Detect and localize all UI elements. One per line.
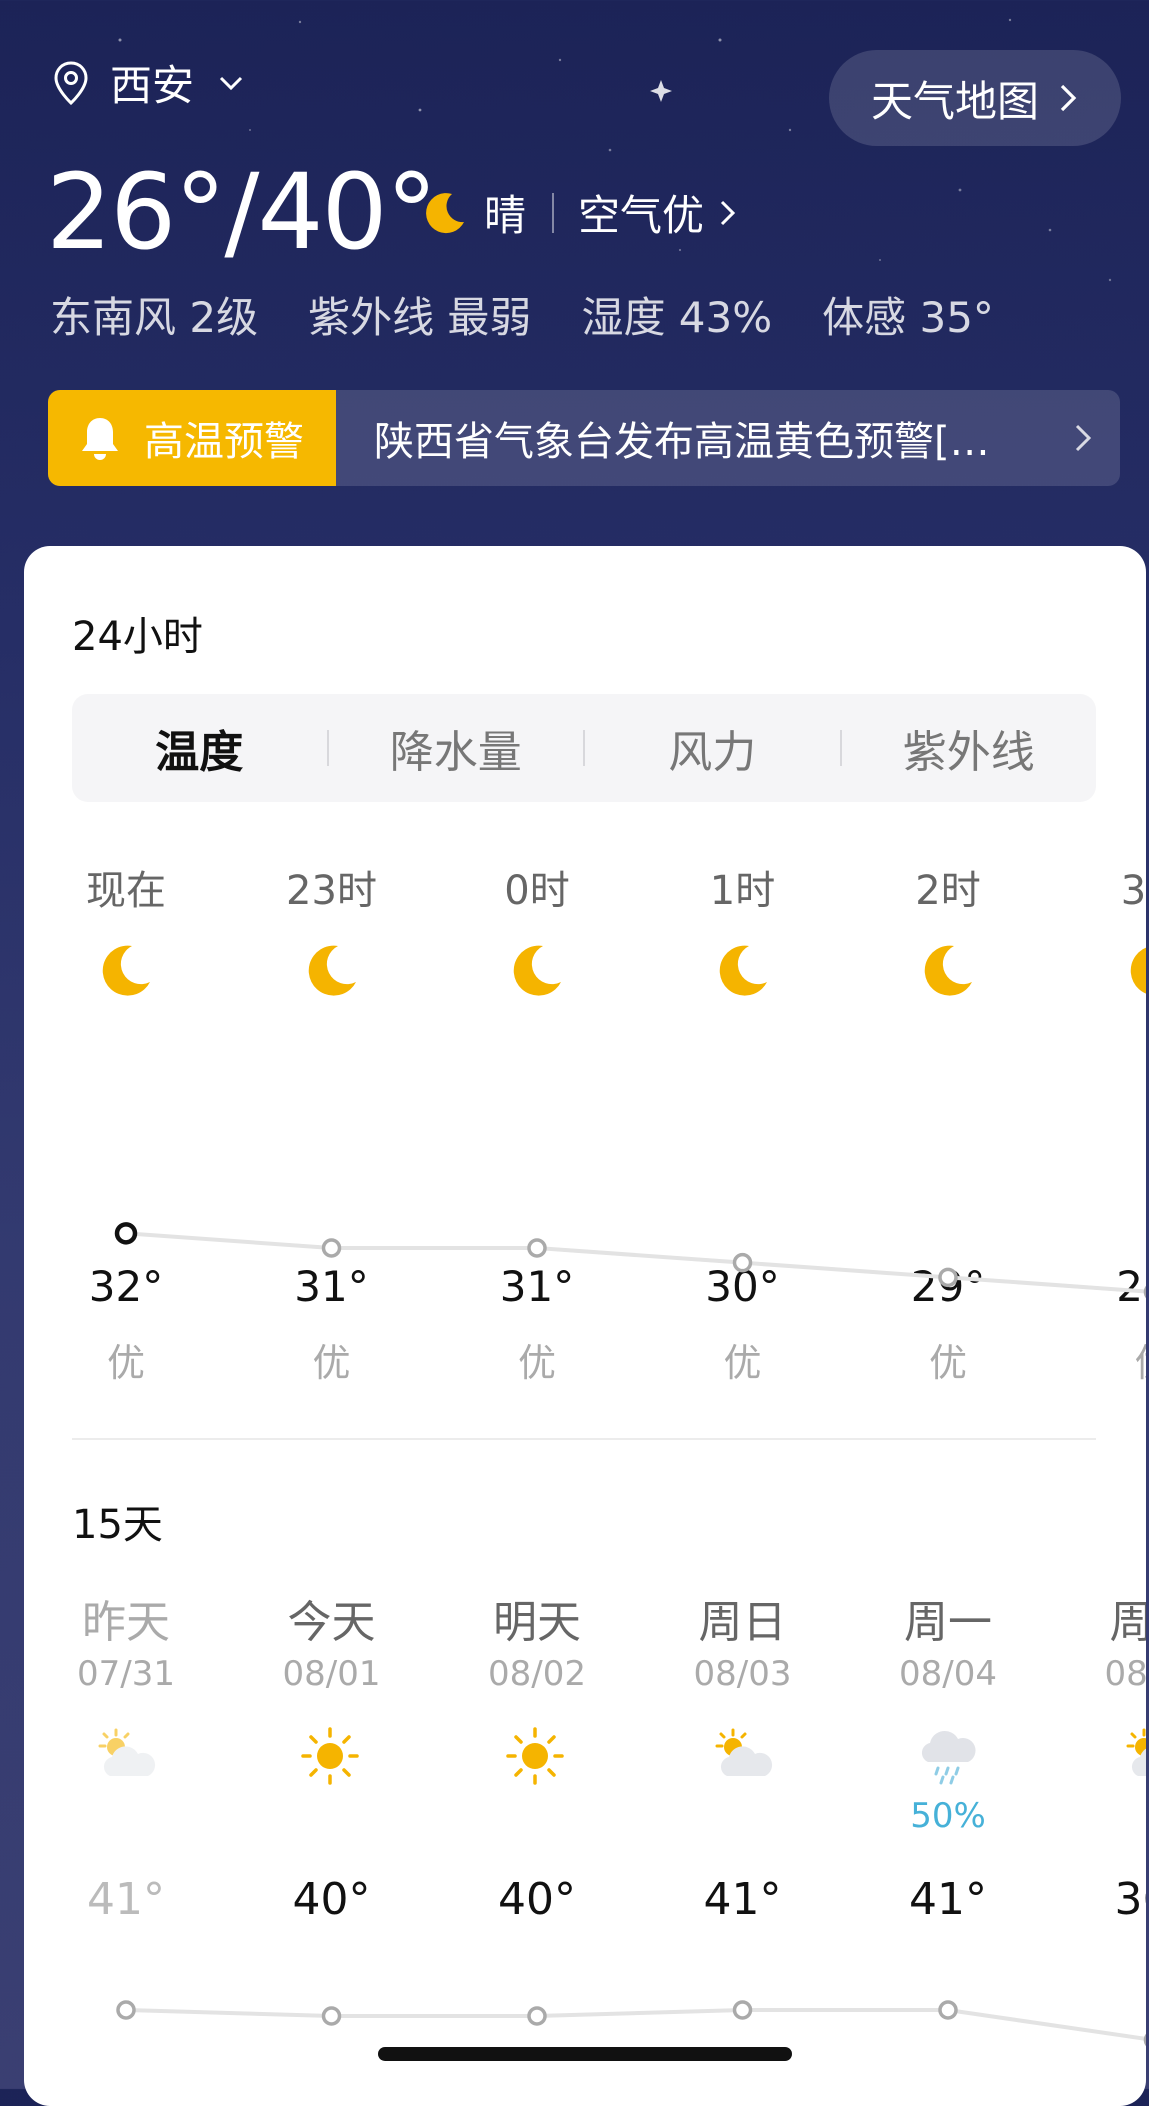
daily-item[interactable]: 明天 08/02 40° — [437, 546, 637, 2106]
daily-item[interactable]: 周二 08/05 36° — [1054, 546, 1147, 2106]
daily-date: 08/01 — [282, 1654, 381, 1694]
condition-divider — [552, 192, 555, 233]
moon-icon — [426, 192, 464, 233]
daily-day-name: 周日 — [698, 1597, 787, 1648]
city-name: 西安 — [110, 61, 195, 110]
daily-date: 08/03 — [693, 1654, 792, 1694]
daily-date: 08/04 — [899, 1654, 997, 1694]
daily-item[interactable]: 昨天 07/31 41° — [26, 546, 226, 2106]
partly-cloudy-icon — [1122, 1726, 1146, 1790]
sun-icon — [505, 1726, 565, 1790]
warning-message: 陕西省气象台发布高温黄色预警[… — [374, 419, 990, 465]
temperature-range: 26°/40° — [46, 151, 438, 273]
daily-high-temp: 41° — [87, 1874, 165, 1925]
warning-tag: 高温预警 — [48, 390, 336, 486]
condition-text: 晴 — [484, 191, 527, 240]
daily-forecast[interactable]: 昨天 07/31 41° 今天 08/01 40° 明天 08/02 40° 周日 08/03 41°… — [24, 546, 1146, 2047]
home-indicator — [378, 2047, 792, 2061]
partly-cloudy-icon — [711, 1726, 775, 1790]
weather-details: 东南风 2级 紫外线 最弱 湿度 43% 体感 35° — [50, 284, 1044, 345]
feels-like-info: 体感 35° — [822, 293, 994, 342]
weather-map-label: 天气地图 — [870, 76, 1039, 126]
daily-item[interactable]: 周一 08/04 50% 41° — [848, 546, 1048, 2106]
daily-date: 08/02 — [488, 1654, 586, 1694]
daily-day-name: 昨天 — [82, 1597, 170, 1648]
daily-high-temp: 40° — [292, 1874, 371, 1925]
daily-day-name: 周一 — [904, 1597, 992, 1648]
chevron-down-icon — [219, 76, 243, 90]
partly-cloudy-icon — [94, 1726, 158, 1790]
rain-cloud-icon — [916, 1726, 980, 1790]
bell-icon — [82, 418, 118, 460]
weather-map-button[interactable]: 天气地图 — [829, 50, 1121, 146]
daily-high-temp: 41° — [909, 1874, 987, 1925]
daily-high-temp: 36° — [1114, 1874, 1147, 1925]
chevron-right-icon — [1060, 84, 1077, 112]
location-pin-icon — [54, 60, 88, 105]
chevron-right-icon — [720, 200, 736, 225]
humidity-info: 湿度 43% — [581, 293, 773, 342]
forecast-card: 24小时 温度 降水量 风力 紫外线 现在 32° 优 23时 31° 优 0时 31° 优 1时… — [24, 546, 1146, 2106]
chevron-right-icon — [1075, 424, 1092, 452]
daily-precip-chance: 50% — [910, 1796, 986, 1836]
wind-info: 东南风 2级 — [50, 293, 259, 342]
weather-warning-banner[interactable]: 高温预警 陕西省气象台发布高温黄色预警[… — [48, 390, 1120, 486]
daily-high-temp: 41° — [703, 1874, 782, 1925]
daily-day-name: 明天 — [493, 1597, 581, 1648]
daily-item[interactable]: 今天 08/01 40° — [232, 546, 432, 2106]
daily-date: 07/31 — [77, 1654, 175, 1694]
daily-high-temp: 40° — [498, 1874, 576, 1925]
warning-tag-label: 高温预警 — [144, 419, 304, 465]
uv-info: 紫外线 最弱 — [308, 293, 532, 342]
daily-day-name: 周二 — [1109, 1597, 1147, 1648]
daily-item[interactable]: 周日 08/03 41° — [643, 546, 843, 2106]
daily-day-name: 今天 — [287, 1597, 376, 1648]
current-condition: 晴 空气优 — [422, 182, 738, 243]
daily-date: 08/05 — [1104, 1654, 1147, 1694]
sun-icon — [300, 1726, 360, 1790]
air-quality-link[interactable]: 空气优 — [578, 182, 704, 243]
location-selector[interactable]: 西安 — [52, 52, 246, 113]
